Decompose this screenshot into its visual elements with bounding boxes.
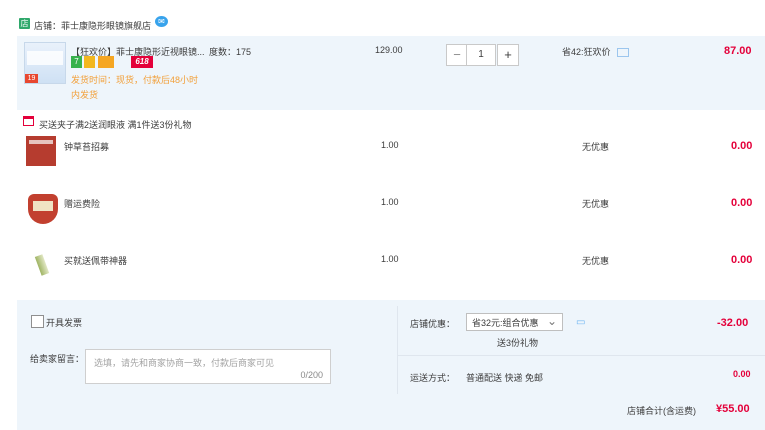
chat-icon[interactable]: ✉ xyxy=(155,16,168,27)
gift-price: 1.00 xyxy=(381,197,399,207)
product-thumbnail[interactable]: 19 xyxy=(24,42,66,84)
thumb-badge: 19 xyxy=(25,74,38,83)
unit-price: 129.00 xyxy=(375,45,403,55)
gift-image xyxy=(28,194,58,224)
gift-discount: 无优惠 xyxy=(582,142,610,152)
badge-shield-icon xyxy=(84,56,95,68)
gift-price: 1.00 xyxy=(381,254,399,264)
ship-time-cont: 内发货 xyxy=(71,90,99,100)
message-counter: 0/200 xyxy=(300,370,323,380)
badge-618: 618 xyxy=(131,56,153,68)
shipping-value: 普通配送 快递 免邮 xyxy=(466,373,544,383)
message-placeholder: 选填，请先和商家协商一致，付款后商家可见 xyxy=(94,358,275,368)
gift-discount: 无优惠 xyxy=(582,199,610,209)
shipping-amount: 0.00 xyxy=(733,369,751,379)
section-divider xyxy=(397,306,398,394)
shop-discount-info-icon[interactable]: ▭ xyxy=(576,317,585,328)
gift-total: 0.00 xyxy=(731,254,753,266)
shipping-label: 运送方式： xyxy=(410,373,456,383)
promo-text: 买送夹子满2送润眼液 满1件送3份礼物 xyxy=(39,120,192,130)
quantity-plus-button[interactable]: + xyxy=(497,44,519,66)
gift-image xyxy=(26,136,56,166)
badge-card-icon xyxy=(98,56,114,68)
gift-total: 0.00 xyxy=(731,197,753,209)
item-total: 87.00 xyxy=(724,45,752,57)
badge-seven-day: 7 xyxy=(71,56,82,68)
quantity-input[interactable]: 1 xyxy=(466,44,496,66)
product-attr: 度数：175 xyxy=(209,47,252,57)
gift-name[interactable]: 钟草苔招募 xyxy=(64,140,109,153)
shop-discount-note: 送3份礼物 xyxy=(497,338,539,348)
gift-total: 0.00 xyxy=(731,140,753,152)
invoice-label: 开具发票 xyxy=(46,318,83,328)
gift-discount: 无优惠 xyxy=(582,256,610,266)
shop-discount-select[interactable]: 省32元:组合优惠 ⌄ xyxy=(466,313,563,331)
quantity-minus-button[interactable]: − xyxy=(446,44,468,66)
invoice-checkbox[interactable] xyxy=(31,315,44,328)
shop-name[interactable]: 店铺：菲士康隐形眼镜旗舰店 xyxy=(34,19,151,32)
shop-icon: 店 xyxy=(19,18,30,29)
message-textarea[interactable]: 选填，请先和商家协商一致，付款后商家可见 0/200 xyxy=(85,349,331,384)
shop-discount-amount: -32.00 xyxy=(717,317,749,329)
section-divider xyxy=(398,355,765,356)
total-amount: ¥55.00 xyxy=(716,403,750,415)
gift-name[interactable]: 赠运费险 xyxy=(64,197,100,210)
gift-price: 1.00 xyxy=(381,140,399,150)
chevron-down-icon: ⌄ xyxy=(546,314,557,328)
gift-name[interactable]: 买就送佩带神器 xyxy=(64,254,127,267)
shop-discount-label: 店铺优惠： xyxy=(410,319,456,329)
shop-discount-selected: 省32元:组合优惠 xyxy=(472,318,539,328)
gift-icon xyxy=(23,116,34,126)
total-label: 店铺合计(含运费) xyxy=(627,406,696,416)
ship-time: 发货时间：现货，付款后48小时 xyxy=(71,75,199,85)
discount-info-icon[interactable] xyxy=(617,48,629,57)
message-label: 给卖家留言： xyxy=(30,354,85,364)
item-discount: 省42:狂欢价 xyxy=(562,47,611,57)
